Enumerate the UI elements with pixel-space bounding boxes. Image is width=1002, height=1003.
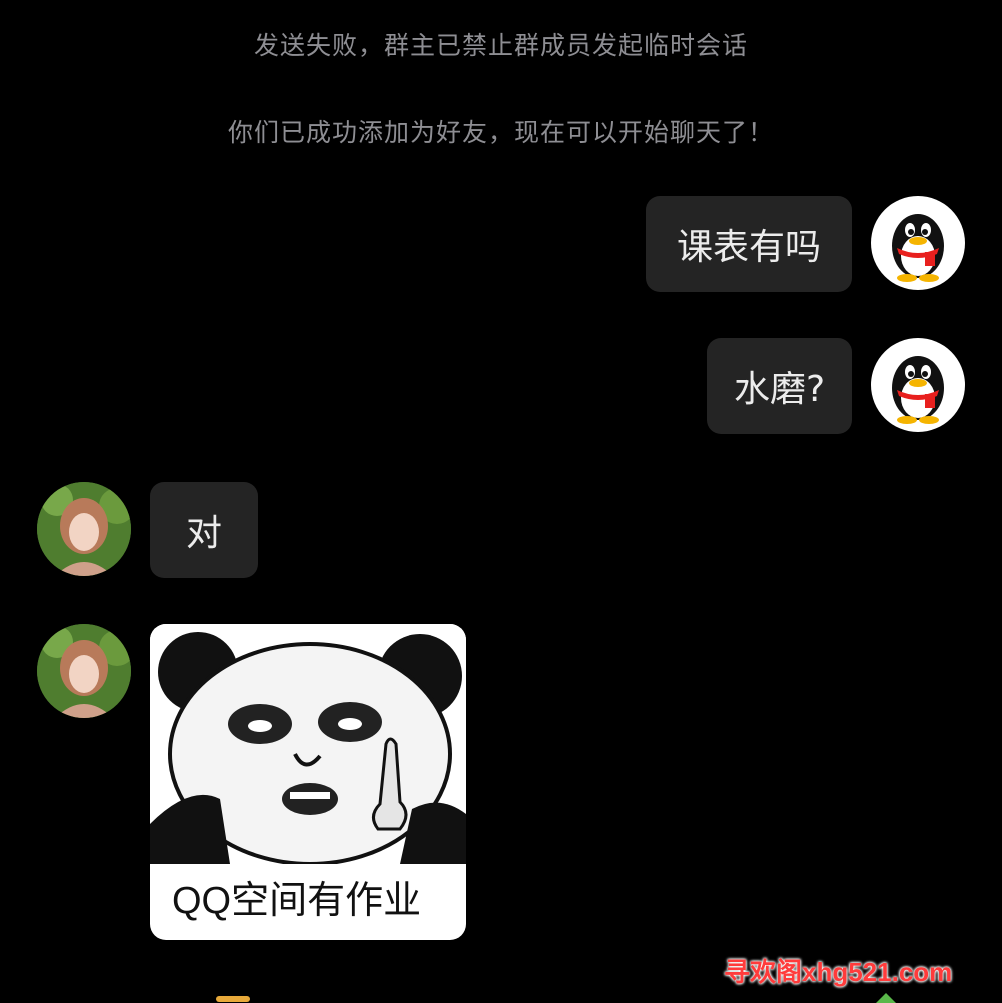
sticker-message[interactable]: QQ空间有作业 <box>150 624 466 940</box>
user-photo-avatar <box>37 482 131 576</box>
system-notice-friend-added: 你们已成功添加为好友，现在可以开始聊天了！ <box>227 118 774 147</box>
message-bubble-outgoing[interactable]: 水磨? <box>707 338 852 434</box>
system-notice-send-failed: 发送失败，群主已禁止群成员发起临时会话 <box>253 31 748 60</box>
partial-arrow-icon <box>876 993 896 1003</box>
contact-avatar[interactable] <box>37 624 131 718</box>
message-text: 课表有吗 <box>676 227 821 268</box>
message-text: 对 <box>185 513 222 554</box>
qq-penguin-icon <box>892 356 944 424</box>
qq-penguin-icon <box>892 214 944 282</box>
contact-avatar[interactable] <box>37 482 131 576</box>
sticker-caption: QQ空间有作业 <box>172 880 422 922</box>
user-photo-avatar <box>37 624 131 718</box>
message-bubble-outgoing[interactable]: 课表有吗 <box>646 196 852 292</box>
watermark-text: 寻欢阁xhg521.com <box>724 957 953 987</box>
message-bubble-incoming[interactable]: 对 <box>150 482 258 578</box>
message-text: 水磨? <box>733 369 826 410</box>
partial-icon-bottom <box>216 996 250 1002</box>
panda-meme-image <box>150 624 466 866</box>
my-avatar[interactable] <box>871 338 965 432</box>
my-avatar[interactable] <box>871 196 965 290</box>
